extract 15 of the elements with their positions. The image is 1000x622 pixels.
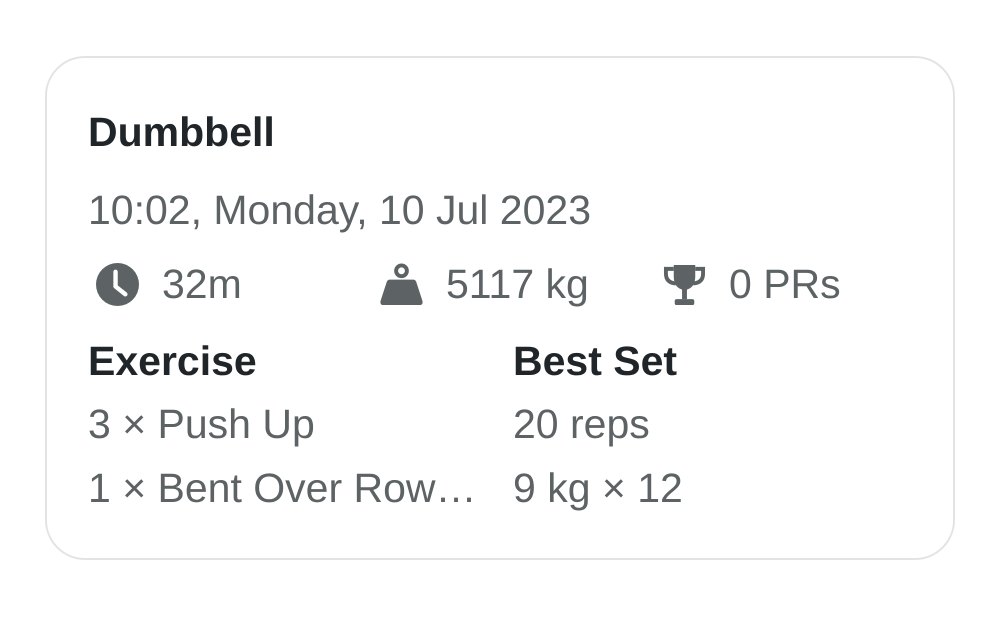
- weight-icon: [380, 262, 423, 306]
- table-cell: 9 kg × 12: [513, 464, 683, 512]
- column-header: Best Set: [513, 337, 678, 385]
- workout-card[interactable]: Dumbbell 10:02, Monday, 10 Jul 2023 32m 5117 kg 0 PRs Exercise Best Set 3 × Push Up 20 reps 1 × Bent Over Row… 9 kg × 12: [45, 56, 955, 560]
- table-cell: 3 × Push Up: [88, 400, 315, 448]
- column-header: Exercise: [88, 337, 257, 385]
- card-title: Dumbbell: [88, 108, 275, 156]
- workout-datetime: 10:02, Monday, 10 Jul 2023: [88, 186, 591, 234]
- clock-icon: [96, 262, 139, 306]
- duration-text: 32m: [162, 260, 242, 308]
- volume-text: 5117 kg: [446, 260, 589, 308]
- table-cell: 1 × Bent Over Row…: [88, 464, 477, 512]
- trophy-icon: [663, 262, 706, 306]
- table-cell: 20 reps: [513, 400, 650, 448]
- records-text: 0 PRs: [729, 260, 841, 308]
